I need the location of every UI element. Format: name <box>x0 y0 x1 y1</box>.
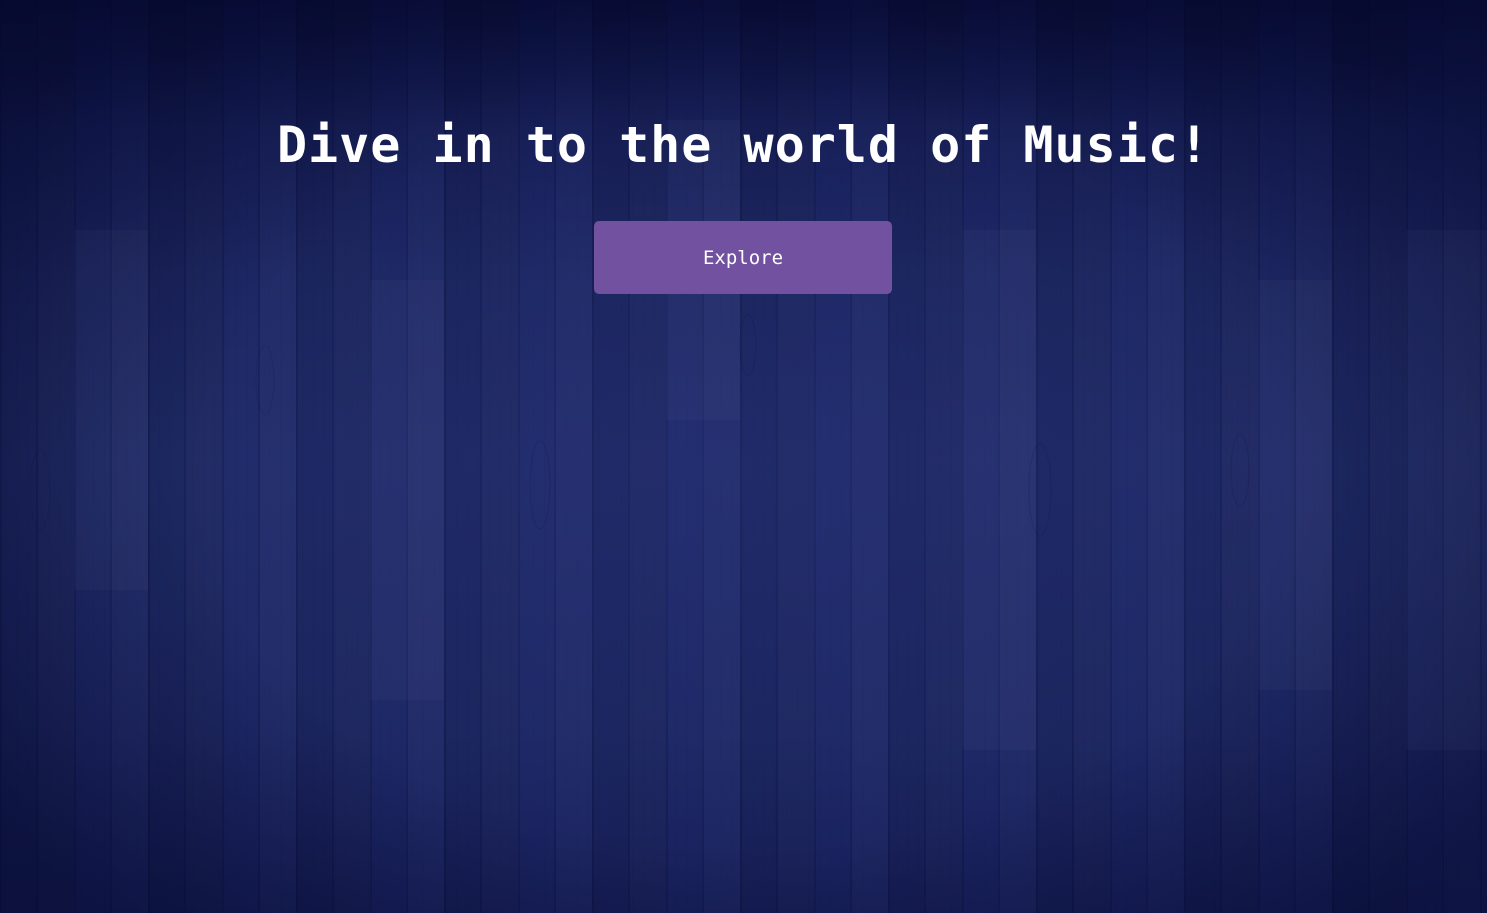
hero-title: Dive in to the world of Music! <box>276 116 1211 174</box>
explore-button[interactable]: Explore <box>594 221 892 294</box>
